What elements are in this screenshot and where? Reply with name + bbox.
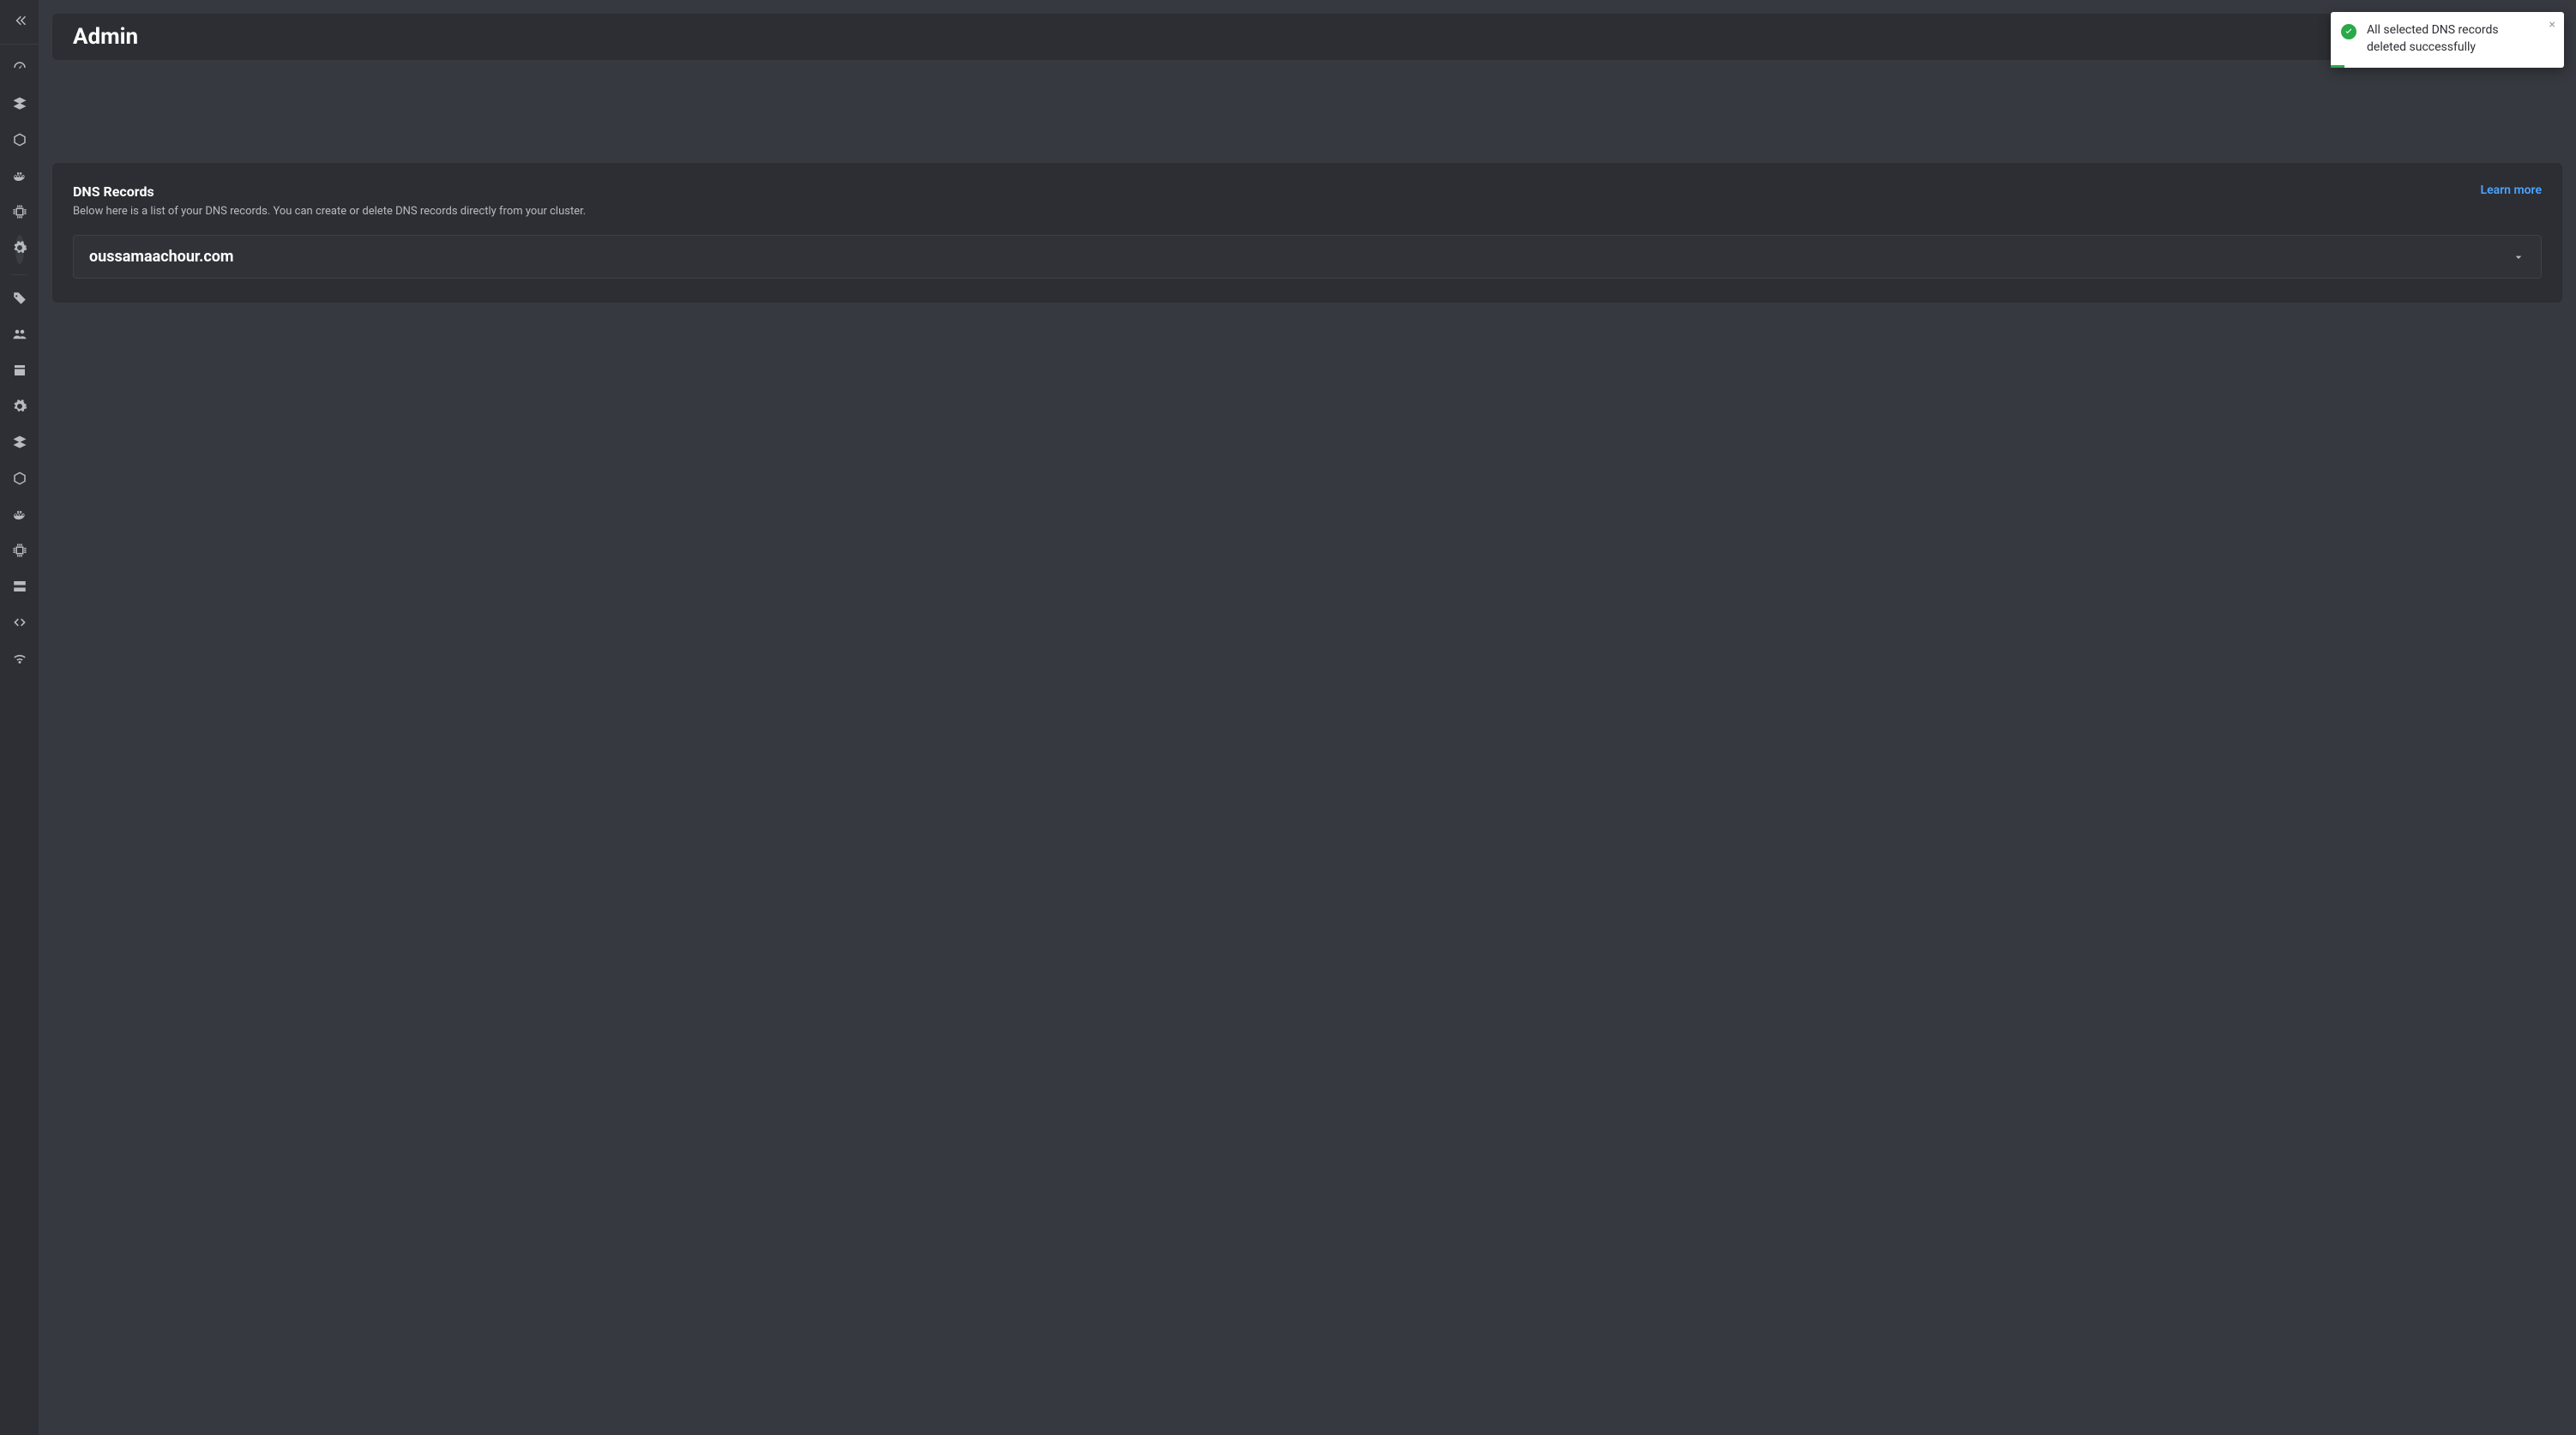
chevron-down-icon — [2512, 250, 2525, 264]
sidebar — [0, 0, 39, 1435]
chip-icon — [12, 204, 27, 223]
nav-deploy[interactable] — [12, 354, 27, 390]
header-bar: Admin aws:us-east-1 — [52, 14, 2562, 60]
chip-icon — [12, 543, 27, 561]
team-icon — [12, 327, 27, 345]
stack-icon — [12, 96, 27, 115]
deploy-icon — [12, 363, 27, 381]
collapse-left-icon — [12, 13, 27, 32]
toast-progress-bar — [2331, 65, 2344, 68]
gear-icon — [12, 240, 27, 259]
dns-panel: DNS Records Below here is a list of your… — [52, 163, 2562, 303]
domain-name: oussamaachour.com — [89, 248, 234, 266]
nav-chip-2[interactable] — [12, 534, 27, 570]
nav-settings[interactable] — [12, 231, 27, 267]
nav-server[interactable] — [12, 570, 27, 606]
learn-more-link[interactable]: Learn more — [2481, 183, 2542, 197]
cube-icon — [12, 471, 27, 489]
code-icon — [12, 615, 27, 633]
nav-team[interactable] — [12, 318, 27, 354]
docker-icon — [12, 168, 27, 187]
nav-chip[interactable] — [12, 195, 27, 231]
domain-row[interactable]: oussamaachour.com — [73, 235, 2542, 279]
toast-message: All selected DNS records deleted success… — [2367, 23, 2499, 54]
dashboard-icon — [12, 60, 27, 79]
panel-title: DNS Records — [73, 183, 586, 200]
nav-code[interactable] — [12, 606, 27, 642]
panel-subtitle: Below here is a list of your DNS records… — [73, 205, 586, 218]
gear-icon — [12, 399, 27, 417]
tag-icon — [12, 291, 27, 309]
sidebar-toggle[interactable] — [0, 0, 39, 45]
toast-success: All selected DNS records deleted success… — [2331, 12, 2564, 68]
nav-stack-2[interactable] — [12, 426, 27, 462]
nav-dashboard[interactable] — [12, 51, 27, 87]
cube-icon — [12, 132, 27, 151]
stack-icon — [12, 435, 27, 453]
server-icon — [12, 579, 27, 597]
nav-wifi[interactable] — [12, 642, 27, 678]
docker-icon — [12, 507, 27, 525]
panel-header: DNS Records Below here is a list of your… — [73, 183, 2542, 218]
nav-tag[interactable] — [12, 282, 27, 318]
main-content: Admin aws:us-east-1 DNS Records Below he… — [39, 0, 2576, 1435]
nav-docker[interactable] — [12, 159, 27, 195]
page-title: Admin — [73, 24, 138, 50]
close-icon[interactable]: × — [2549, 19, 2555, 31]
nav-global-settings[interactable] — [12, 390, 27, 426]
wifi-icon — [12, 651, 27, 669]
nav-cube[interactable] — [12, 123, 27, 159]
check-circle-icon — [2341, 24, 2356, 39]
nav-cube-2[interactable] — [12, 462, 27, 498]
nav-stack[interactable] — [12, 87, 27, 123]
nav-docker-2[interactable] — [12, 498, 27, 534]
